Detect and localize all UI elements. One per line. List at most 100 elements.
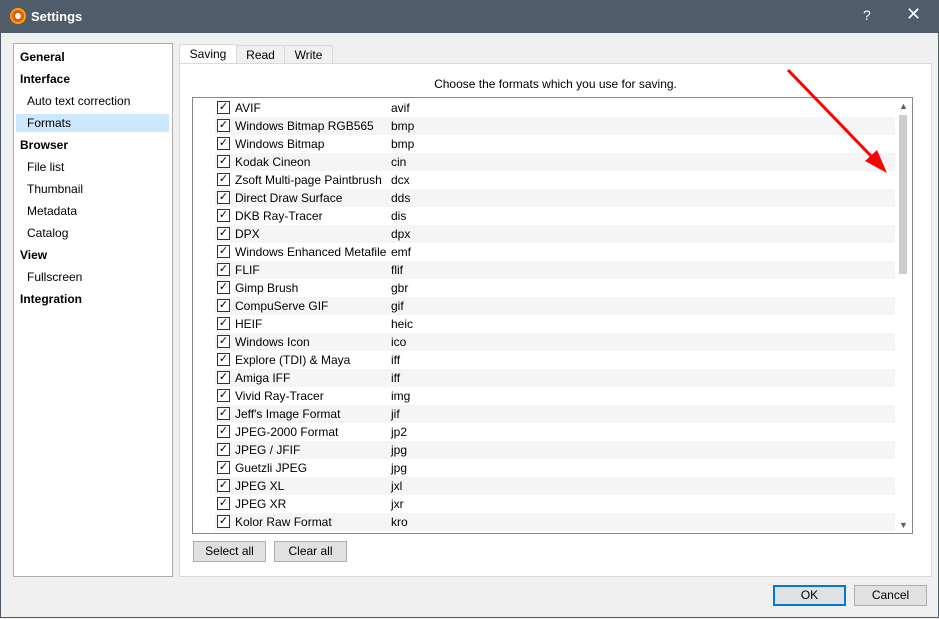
format-row[interactable]: ✓ Zsoft Multi-page Paintbrush dcx [215,171,895,189]
format-checkbox[interactable]: ✓ [217,371,230,384]
format-checkbox[interactable]: ✓ [217,209,230,222]
format-checkbox[interactable]: ✓ [217,497,230,510]
format-row[interactable]: ✓ FLIF flif [215,261,895,279]
settings-nav-tree: General Interface Auto text correction Form… [13,43,173,577]
ok-button[interactable]: OK [773,585,846,606]
nav-item-auto-text-correction[interactable]: Auto text correction [16,92,169,110]
format-extension: heic [391,317,414,331]
format-checkbox[interactable]: ✓ [217,353,230,366]
format-row[interactable]: ✓ Windows Bitmap bmp [215,135,895,153]
scroll-up-icon[interactable]: ▲ [895,98,912,114]
nav-item-general[interactable]: General [16,48,169,66]
nav-item-fullscreen[interactable]: Fullscreen [16,268,169,286]
format-row[interactable]: ✓ Gimp Brush gbr [215,279,895,297]
format-row[interactable]: ✓ JPEG XL jxl [215,477,895,495]
format-name: Kodak Cineon [235,155,311,169]
format-name: CompuServe GIF [235,299,329,313]
format-name: JPEG XL [235,479,285,493]
format-name: Vivid Ray-Tracer [235,389,324,403]
help-button[interactable]: ? [863,7,871,23]
format-checkbox[interactable]: ✓ [217,515,230,528]
format-name: Kolor Raw Format [235,515,332,529]
close-button[interactable]: ✕ [906,4,921,25]
format-row[interactable]: ✓ Explore (TDI) & Maya iff [215,351,895,369]
format-extension: img [391,389,411,403]
nav-item-browser[interactable]: Browser [16,136,169,154]
format-row[interactable]: ✓ Kodak Cineon cin [215,153,895,171]
format-row[interactable]: ✓ Vivid Ray-Tracer img [215,387,895,405]
window-title: Settings [31,9,83,24]
format-name: Guetzli JPEG [235,461,308,475]
format-checkbox[interactable]: ✓ [217,281,230,294]
format-row[interactable]: ✓ Amiga IFF iff [215,369,895,387]
saving-panel: Choose the formats which you use for sav… [179,63,932,577]
nav-item-catalog[interactable]: Catalog [16,224,169,242]
format-checkbox[interactable]: ✓ [217,443,230,456]
format-checkbox[interactable]: ✓ [217,245,230,258]
format-row[interactable]: ✓ HEIF heic [215,315,895,333]
format-extension: jpg [391,461,408,475]
format-extension: iff [391,371,401,385]
format-checkbox[interactable]: ✓ [217,479,230,492]
format-checkbox[interactable]: ✓ [217,389,230,402]
nav-item-interface[interactable]: Interface [16,70,169,88]
format-checkbox[interactable]: ✓ [217,263,230,276]
format-checkbox[interactable]: ✓ [217,407,230,420]
format-extension: dis [391,209,407,223]
format-row[interactable]: ✓ JPEG XR jxr [215,495,895,513]
format-row[interactable]: ✓ Windows Bitmap RGB565 bmp [215,117,895,135]
format-row[interactable]: ✓ JPEG / JFIF jpg [215,441,895,459]
format-checkbox[interactable]: ✓ [217,227,230,240]
format-row[interactable]: ✓ AVIF avif [215,99,895,117]
format-row[interactable]: ✓ Kolor Raw Format kro [215,513,895,531]
format-checkbox[interactable]: ✓ [217,425,230,438]
format-checkbox[interactable]: ✓ [217,137,230,150]
format-name: Zsoft Multi-page Paintbrush [235,173,382,187]
format-name: Windows Bitmap [235,137,325,151]
nav-item-thumbnail[interactable]: Thumbnail [16,180,169,198]
scroll-down-icon[interactable]: ▼ [895,517,912,533]
tab-saving[interactable]: Saving [179,44,237,64]
format-name: Explore (TDI) & Maya [235,353,351,367]
nav-item-file-list[interactable]: File list [16,158,169,176]
format-checkbox[interactable]: ✓ [217,191,230,204]
tab-write[interactable]: Write [284,45,333,64]
format-extension: jxr [391,497,404,511]
format-row[interactable]: ✓ CompuServe GIF gif [215,297,895,315]
select-all-button[interactable]: Select all [193,541,266,562]
format-extension: bmp [391,119,415,133]
format-row[interactable]: ✓ Direct Draw Surface dds [215,189,895,207]
format-checkbox[interactable]: ✓ [217,317,230,330]
nav-item-view[interactable]: View [16,246,169,264]
format-extension: kro [391,515,408,529]
format-row[interactable]: ✓ Jeff's Image Format jif [215,405,895,423]
format-name: DKB Ray-Tracer [235,209,323,223]
nav-item-formats[interactable]: Formats [16,114,169,132]
format-row[interactable]: ✓ DPX dpx [215,225,895,243]
format-name: AVIF [235,101,261,115]
format-extension: gbr [391,281,409,295]
clear-all-button[interactable]: Clear all [274,541,347,562]
format-checkbox[interactable]: ✓ [217,299,230,312]
format-checkbox[interactable]: ✓ [217,335,230,348]
format-extension: cin [391,155,407,169]
format-row[interactable]: ✓ Windows Enhanced Metafile emf [215,243,895,261]
format-extension: gif [391,299,404,313]
nav-item-integration[interactable]: Integration [16,290,169,308]
format-extension: dds [391,191,411,205]
format-checkbox[interactable]: ✓ [217,119,230,132]
scrollbar-thumb[interactable] [899,115,907,274]
format-extension: jp2 [391,425,408,439]
format-row[interactable]: ✓ Windows Icon ico [215,333,895,351]
cancel-button[interactable]: Cancel [854,585,927,606]
format-checkbox[interactable]: ✓ [217,101,230,114]
format-checkbox[interactable]: ✓ [217,155,230,168]
format-row[interactable]: ✓ Guetzli JPEG jpg [215,459,895,477]
format-checkbox[interactable]: ✓ [217,173,230,186]
scrollbar[interactable]: ▲ ▼ [895,98,912,533]
format-row[interactable]: ✓ JPEG-2000 Format jp2 [215,423,895,441]
nav-item-metadata[interactable]: Metadata [16,202,169,220]
format-row[interactable]: ✓ DKB Ray-Tracer dis [215,207,895,225]
format-checkbox[interactable]: ✓ [217,461,230,474]
tab-read[interactable]: Read [236,45,285,64]
